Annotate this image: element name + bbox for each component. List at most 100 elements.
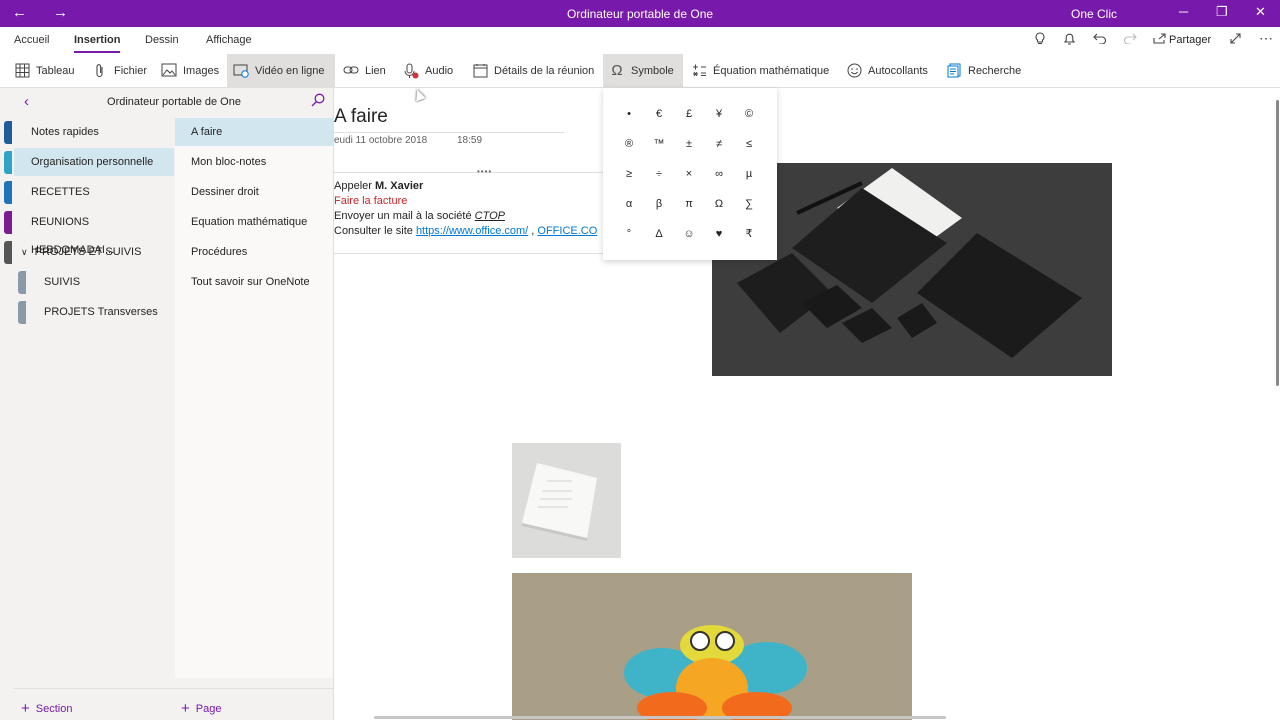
insert-symbol-button[interactable]: Ω Symbole xyxy=(603,54,683,87)
notebook-name[interactable]: Ordinateur portable de One xyxy=(14,96,334,108)
notepad-mockup-image[interactable] xyxy=(512,443,621,558)
calendar-icon xyxy=(472,63,488,79)
insert-audio-button[interactable]: Audio xyxy=(397,54,459,87)
symbol-button[interactable]: • xyxy=(614,99,644,129)
symbol-button[interactable]: ¥ xyxy=(704,99,734,129)
symbol-button[interactable]: ∞ xyxy=(704,159,734,189)
office-link[interactable]: https://www.office.com/ xyxy=(416,225,528,237)
page-title[interactable]: A faire xyxy=(334,106,388,128)
symbol-button[interactable]: Ω xyxy=(704,189,734,219)
symbol-button[interactable]: £ xyxy=(674,99,704,129)
ribbon-label: Détails de la réunion xyxy=(494,64,595,77)
office-link-2[interactable]: OFFICE.CO xyxy=(537,225,597,237)
toy-photo-image[interactable] xyxy=(512,573,912,720)
online-video-icon xyxy=(233,63,249,79)
minimize-icon[interactable]: ─ xyxy=(1179,4,1188,19)
symbol-button[interactable]: β xyxy=(644,189,674,219)
symbol-button[interactable]: µ xyxy=(734,159,764,189)
vertical-scrollbar[interactable] xyxy=(1276,100,1279,386)
chevron-down-icon[interactable]: ∨ xyxy=(21,247,28,257)
symbol-button[interactable]: © xyxy=(734,99,764,129)
redo-icon[interactable] xyxy=(1123,32,1137,47)
tab-accueil[interactable]: Accueil xyxy=(14,34,49,46)
symbol-button[interactable]: ♥ xyxy=(704,219,734,249)
bell-icon[interactable] xyxy=(1063,32,1076,49)
page-item[interactable]: Mon bloc-notes xyxy=(175,148,333,176)
tab-dessin[interactable]: Dessin xyxy=(145,34,179,46)
section-item[interactable]: RECETTES xyxy=(4,178,174,206)
more-options-icon[interactable]: ⋯ xyxy=(1259,30,1273,47)
page-canvas[interactable]: A faire eudi 11 octobre 2018 18:59 •••• … xyxy=(334,88,1280,720)
tab-insertion[interactable]: Insertion xyxy=(74,34,121,53)
symbol-button[interactable]: ∑ xyxy=(734,189,764,219)
symbol-button[interactable]: π xyxy=(674,189,704,219)
symbol-button[interactable]: ° xyxy=(614,219,644,249)
smiley-icon xyxy=(846,63,862,79)
user-name[interactable]: One Clic xyxy=(1071,7,1117,21)
symbol-button[interactable]: ™ xyxy=(644,129,674,159)
restore-icon[interactable]: ❐ xyxy=(1216,4,1228,20)
drag-handle-icon[interactable]: •••• xyxy=(477,167,492,176)
section-item[interactable]: SUIVIS xyxy=(14,268,174,296)
section-item[interactable]: Notes rapides xyxy=(4,118,174,146)
add-page-button[interactable]: + Page xyxy=(181,699,221,717)
symbol-button[interactable]: α xyxy=(614,189,644,219)
symbol-button[interactable]: ≠ xyxy=(704,129,734,159)
share-button[interactable]: Partager xyxy=(1169,34,1211,46)
expand-icon[interactable] xyxy=(1229,32,1242,48)
note-line[interactable]: Appeler M. Xavier xyxy=(334,180,423,192)
section-color-tab xyxy=(4,151,12,174)
section-item[interactable]: REUNIONS HEBDOMADAI... xyxy=(4,208,174,256)
symbol-button[interactable]: ® xyxy=(614,129,644,159)
page-date: eudi 11 octobre 2018 xyxy=(334,135,428,146)
close-icon[interactable]: ✕ xyxy=(1255,4,1266,20)
add-section-button[interactable]: + Section xyxy=(21,699,72,717)
note-line[interactable]: Consulter le site https://www.office.com… xyxy=(334,225,597,237)
image-icon xyxy=(161,63,177,79)
insert-link-button[interactable]: Lien xyxy=(337,54,392,87)
meeting-details-button[interactable]: Détails de la réunion xyxy=(466,54,600,87)
symbol-button[interactable]: ≤ xyxy=(734,129,764,159)
microphone-icon xyxy=(403,63,419,79)
stickers-button[interactable]: Autocollants xyxy=(840,54,934,87)
symbol-button[interactable]: ≥ xyxy=(614,159,644,189)
note-line[interactable]: Faire la facture xyxy=(334,195,407,207)
note-container[interactable]: •••• Appeler M. Xavier Faire la facture … xyxy=(334,167,604,254)
menu-bar: Accueil Insertion Dessin Affichage Parta… xyxy=(0,27,1280,54)
note-text: Consulter le site xyxy=(334,225,416,237)
page-item[interactable]: Equation mathématique xyxy=(175,208,333,236)
section-color-tab xyxy=(4,181,12,204)
insert-file-button[interactable]: Fichier xyxy=(86,54,153,87)
symbol-button[interactable]: ☺ xyxy=(674,219,704,249)
section-item[interactable]: Organisation personnelle xyxy=(4,148,174,176)
share-icon[interactable] xyxy=(1153,32,1167,47)
ribbon-label: Lien xyxy=(365,64,386,77)
researcher-icon xyxy=(946,63,962,79)
horizontal-scrollbar[interactable] xyxy=(374,716,946,719)
search-icon[interactable] xyxy=(311,93,325,110)
page-item[interactable]: Procédures xyxy=(175,238,333,266)
symbol-button[interactable]: ÷ xyxy=(644,159,674,189)
insert-images-button[interactable]: Images xyxy=(155,54,225,87)
page-item[interactable]: A faire xyxy=(175,118,333,146)
symbol-button[interactable]: Δ xyxy=(644,219,674,249)
symbol-button[interactable]: ± xyxy=(674,129,704,159)
ribbon-label: Fichier xyxy=(114,64,148,77)
note-line[interactable]: Envoyer un mail à la société CTOP xyxy=(334,210,505,222)
page-item[interactable]: Tout savoir sur OneNote xyxy=(175,268,333,296)
lightbulb-icon[interactable] xyxy=(1034,32,1046,49)
section-group-item[interactable]: ∨ PROJETS ET SUIVIS xyxy=(4,238,174,266)
researcher-button[interactable]: Recherche xyxy=(940,54,1027,87)
insert-table-button[interactable]: Tableau xyxy=(8,54,81,87)
symbol-button[interactable]: ₹ xyxy=(734,219,764,249)
math-equation-button[interactable]: Équation mathématique xyxy=(685,54,835,87)
symbol-button[interactable]: € xyxy=(644,99,674,129)
symbol-button[interactable]: × xyxy=(674,159,704,189)
section-item[interactable]: PROJETS Transverses xyxy=(14,298,174,326)
title-divider xyxy=(334,132,564,133)
section-list: Notes rapides Organisation personnelle R… xyxy=(4,118,174,678)
page-item[interactable]: Dessiner droit xyxy=(175,178,333,206)
insert-online-video-button[interactable]: Vidéo en ligne xyxy=(227,54,335,87)
undo-icon[interactable] xyxy=(1093,32,1107,47)
tab-affichage[interactable]: Affichage xyxy=(206,34,252,46)
